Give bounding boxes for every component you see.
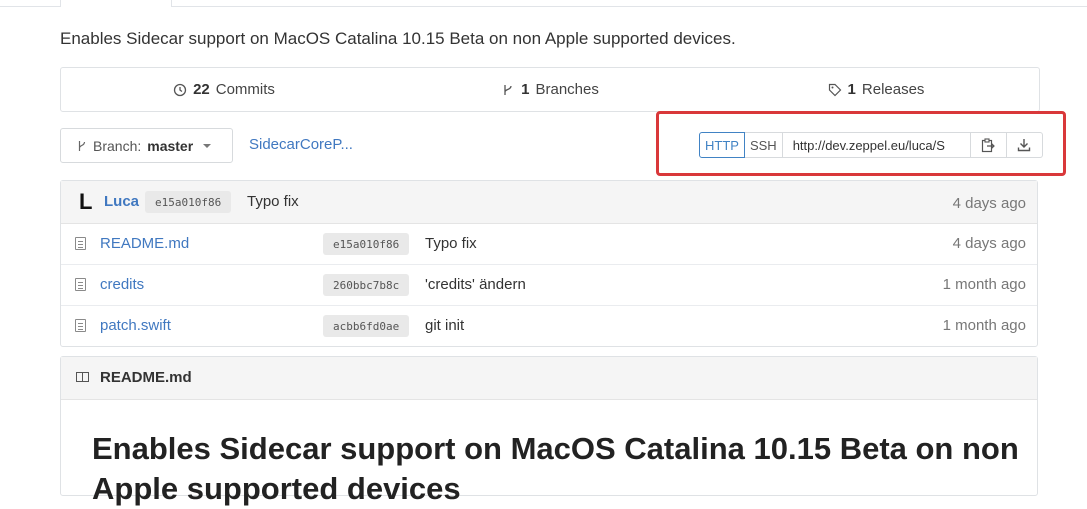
breadcrumb[interactable]: SidecarCoreP... [249, 136, 353, 153]
history-icon [173, 83, 187, 96]
branches-count: 1 [521, 81, 530, 98]
branch-selector[interactable]: Branch: master [60, 128, 233, 163]
repo-description: Enables Sidecar support on MacOS Catalin… [60, 29, 736, 48]
releases-stat[interactable]: 1 Releases [713, 68, 1039, 111]
active-tab-edge [60, 0, 172, 7]
branch-icon [78, 140, 86, 151]
file-commit-sha[interactable]: e15a010f86 [323, 233, 410, 255]
clipboard-icon [982, 137, 996, 152]
branches-stat[interactable]: 1 Branches [387, 68, 713, 111]
readme-header: README.md [61, 357, 1037, 400]
readme-heading: Enables Sidecar support on MacOS Catalin… [92, 431, 1019, 506]
file-commit-sha[interactable]: acbb6fd0ae [323, 315, 410, 337]
file-icon [75, 319, 86, 332]
file-name[interactable]: credits [100, 276, 144, 293]
releases-label: Releases [861, 81, 925, 98]
file-commit-message: Typo fix [425, 235, 477, 252]
releases-count: 1 [847, 81, 856, 98]
commit-sha[interactable]: e15a010f86 [145, 191, 232, 213]
commit-time: 4 days ago [952, 195, 1026, 212]
file-time: 1 month ago [942, 317, 1026, 334]
file-commit-sha[interactable]: 260bbc7b8c [323, 274, 410, 296]
branch-prefix: Branch: [93, 137, 142, 154]
download-button[interactable] [1006, 132, 1043, 158]
file-time: 1 month ago [942, 276, 1026, 293]
file-row: credits 260bbc7b8c 'credits' ändern 1 mo… [61, 265, 1037, 306]
commits-stat[interactable]: 22 Commits [61, 68, 387, 111]
branch-icon [504, 84, 512, 95]
file-row: patch.swift acbb6fd0ae git init 1 month … [61, 306, 1037, 346]
download-icon [1017, 139, 1031, 152]
chevron-down-icon [203, 143, 212, 148]
file-list: L Luca e15a010f86 Typo fix 4 days ago RE… [60, 180, 1038, 347]
file-icon [75, 278, 86, 291]
commit-message: Typo fix [247, 193, 299, 210]
copy-url-button[interactable] [970, 132, 1007, 158]
readme-filename: README.md [100, 369, 192, 386]
branch-name: master [147, 137, 194, 154]
commits-count: 22 [193, 81, 210, 98]
commit-author[interactable]: Luca [104, 193, 139, 210]
file-commit-message: git init [425, 317, 465, 334]
commits-label: Commits [215, 81, 275, 98]
tag-icon [828, 83, 841, 96]
repo-stats-bar: 22 Commits 1 Branches 1 Releases [60, 67, 1040, 112]
avatar: L [79, 189, 93, 214]
file-icon [75, 237, 86, 250]
readme-panel: README.md Enables Sidecar support on Mac… [60, 356, 1038, 506]
file-commit-message: 'credits' ändern [425, 276, 526, 293]
book-icon [76, 372, 89, 382]
file-name[interactable]: README.md [100, 235, 189, 252]
ssh-protocol-button[interactable]: SSH [744, 132, 783, 158]
file-name[interactable]: patch.swift [100, 317, 171, 334]
latest-commit-bar: L Luca e15a010f86 Typo fix 4 days ago [61, 181, 1037, 224]
clone-url-input[interactable]: http://dev.zeppel.eu/luca/S [782, 132, 971, 158]
file-time: 4 days ago [952, 235, 1026, 252]
http-protocol-button[interactable]: HTTP [699, 132, 745, 158]
clone-url-group: HTTP SSH http://dev.zeppel.eu/luca/S [699, 132, 1043, 158]
file-row: README.md e15a010f86 Typo fix 4 days ago [61, 224, 1037, 265]
branches-label: Branches [535, 81, 599, 98]
